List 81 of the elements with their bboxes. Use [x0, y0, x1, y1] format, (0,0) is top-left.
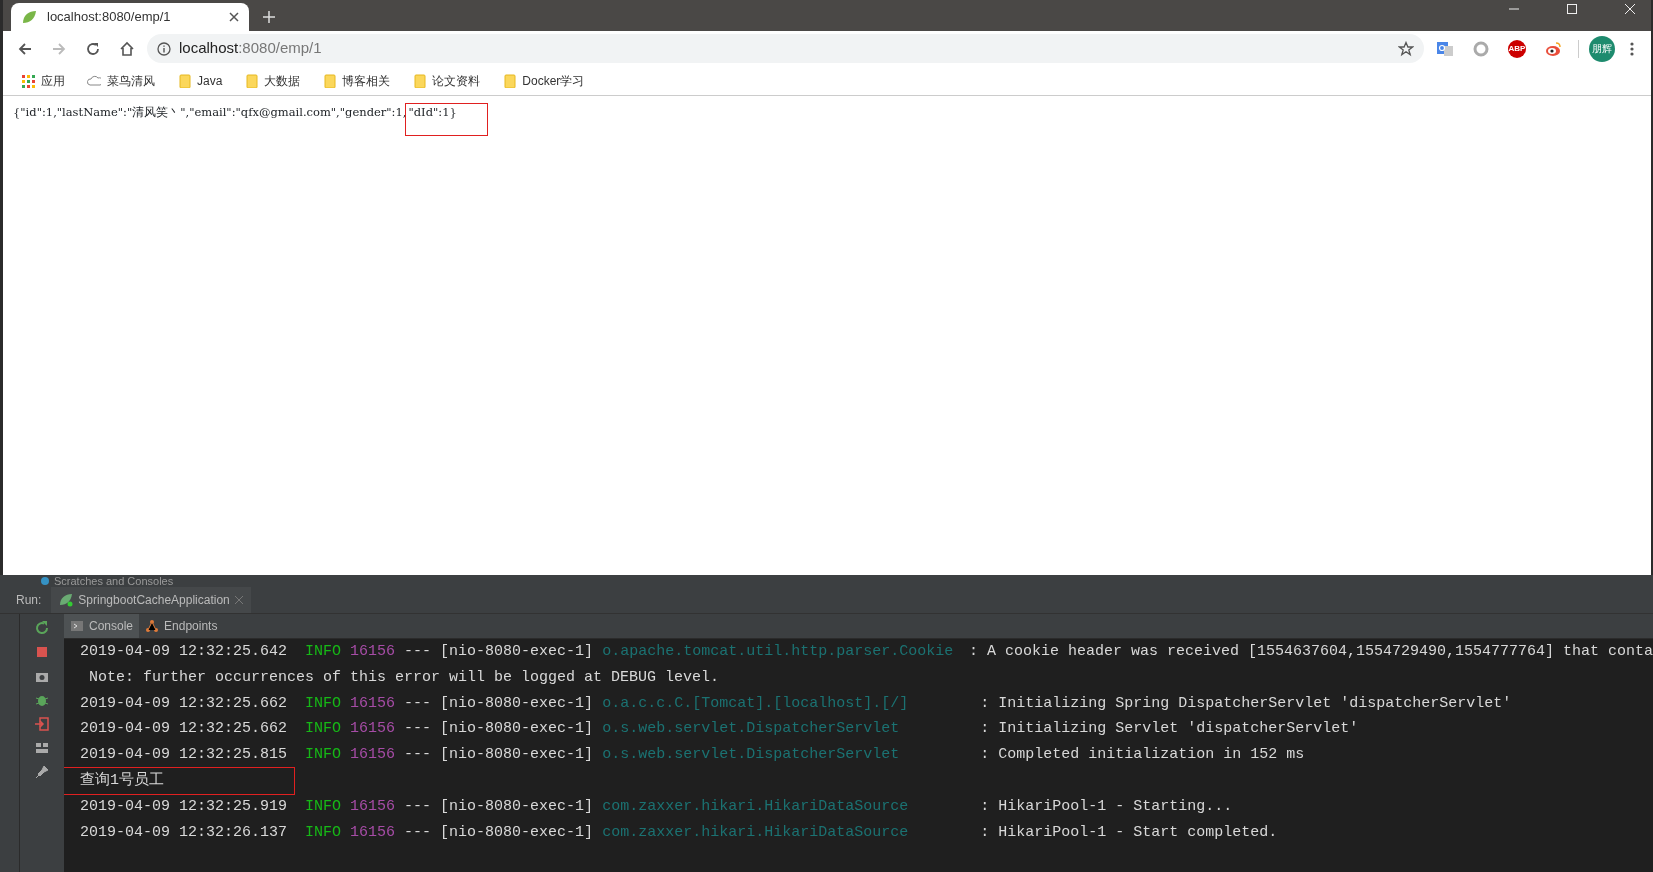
log-text: 查询1号员工: [64, 768, 294, 794]
run-label: Run:: [16, 592, 42, 609]
log-timestamp: 2019-04-09 12:32:25.919: [80, 796, 289, 817]
log-logger: com.zaxxer.hikari.HikariDataSource: [602, 822, 910, 843]
bookmark[interactable]: Docker学习: [496, 69, 591, 92]
bookmark[interactable]: Java: [171, 69, 229, 92]
log-timestamp: 2019-04-09 12:32:26.137: [80, 822, 289, 843]
log-logger: o.s.web.servlet.DispatcherServlet: [602, 719, 901, 740]
bookmark[interactable]: 大数据: [238, 69, 307, 92]
layout-icon[interactable]: [34, 740, 50, 756]
leaf-icon: [21, 9, 37, 25]
tool-tab[interactable]: Console: [64, 614, 140, 638]
maximize-icon[interactable]: [1567, 4, 1577, 14]
translate-icon[interactable]: [1436, 39, 1454, 58]
log-message: : HikariPool-1 - Start completed.: [980, 822, 1278, 843]
back-icon: [17, 40, 33, 57]
log-thread: --- [nio-8080-exec-1]: [403, 796, 595, 817]
log-thread: --- [nio-8080-exec-1]: [403, 745, 595, 766]
eye-icon[interactable]: [1544, 39, 1562, 58]
log-level: INFO: [305, 796, 342, 817]
log-thread: --- [nio-8080-exec-1]: [403, 822, 595, 843]
close-icon[interactable]: [229, 12, 239, 22]
log-timestamp: 2019-04-09 12:32:25.642: [80, 642, 289, 662]
log-pid: 16156: [350, 796, 396, 817]
address-bar[interactable]: localhost:8080/emp/1: [147, 34, 1424, 63]
log-message: : A cookie header was received [1554637604,1554729490,1554777764] that conta: [968, 642, 1653, 662]
rerun-icon[interactable]: [34, 620, 50, 636]
spring-icon: [59, 593, 74, 607]
log-level: INFO: [305, 745, 342, 766]
log-thread: --- [nio-8080-exec-1]: [403, 719, 595, 740]
log-pid: 16156: [350, 642, 396, 662]
run-tab[interactable]: SpringbootCacheApplication: [51, 587, 251, 613]
log-logger: com.zaxxer.hikari.HikariDataSource: [602, 796, 910, 817]
cloud-icon: [87, 73, 101, 88]
log-level: INFO: [305, 822, 342, 843]
new-tab-icon[interactable]: [263, 11, 275, 23]
log-text: Note: further occurrences of this error will be logged at DEBUG level.: [88, 667, 720, 688]
pin-icon[interactable]: [34, 764, 50, 780]
profile-avatar[interactable]: 朋辉: [1589, 35, 1615, 62]
abp-icon[interactable]: ABP: [1508, 39, 1526, 58]
menu-icon[interactable]: [1629, 40, 1635, 57]
log-thread: --- [nio-8080-exec-1]: [403, 642, 595, 662]
log-logger: o.s.web.servlet.DispatcherServlet: [602, 745, 901, 766]
log-message: : HikariPool-1 - Starting...: [980, 796, 1233, 817]
log-timestamp: 2019-04-09 12:32:25.662: [80, 719, 289, 740]
forward-icon: [51, 40, 67, 57]
log-message: : Completed initialization in 152 ms: [980, 745, 1305, 766]
bookmark[interactable]: 菜鸟清风: [81, 69, 161, 92]
log-level: INFO: [305, 693, 342, 714]
log-pid: 16156: [350, 822, 396, 843]
log-message: : Initializing Spring DispatcherServlet 'dispatcherServlet': [980, 693, 1512, 714]
reload-icon: [85, 40, 101, 57]
apps-icon: [21, 73, 35, 88]
bookmark[interactable]: 博客相关: [316, 69, 397, 92]
browser-tab[interactable]: localhost:8080/emp/1: [11, 3, 249, 31]
log-logger: o.a.c.c.C.[Tomcat].[localhost].[/]: [602, 693, 910, 714]
home-icon: [119, 40, 135, 57]
log-pid: 16156: [350, 693, 396, 714]
log-timestamp: 2019-04-09 12:32:25.815: [80, 745, 289, 766]
nodes-icon: [145, 619, 160, 633]
tree-node[interactable]: Scratches and Consoles: [54, 575, 174, 587]
exit-icon[interactable]: [34, 716, 50, 732]
log-logger: o.apache.tomcat.util.http.parser.Cookie: [602, 642, 955, 662]
info-icon: [157, 41, 171, 56]
log-thread: --- [nio-8080-exec-1]: [403, 693, 595, 714]
log-pid: 16156: [350, 719, 396, 740]
log-pid: 16156: [350, 745, 396, 766]
bookmark[interactable]: 论文资料: [406, 69, 487, 92]
tool-tab[interactable]: Endpoints: [139, 614, 224, 638]
stop-icon[interactable]: [34, 644, 50, 660]
console-icon: [70, 619, 84, 633]
log-level: INFO: [305, 719, 342, 740]
json-text: {"id":1,"lastName":"清风笑丶","email":"qfx@gmail.com","gender":1,: [13, 104, 407, 121]
bookmark[interactable]: 应用: [15, 69, 71, 92]
log-level: INFO: [305, 642, 342, 662]
log-timestamp: 2019-04-09 12:32:25.662: [80, 693, 289, 714]
address-url: localhost:8080/emp/1: [179, 38, 323, 59]
log-message: : Initializing Servlet 'dispatcherServlet': [980, 719, 1359, 740]
tab-title: localhost:8080/emp/1: [47, 8, 172, 27]
star-icon[interactable]: [1398, 40, 1414, 57]
json-text: "dId":1}: [406, 104, 487, 136]
